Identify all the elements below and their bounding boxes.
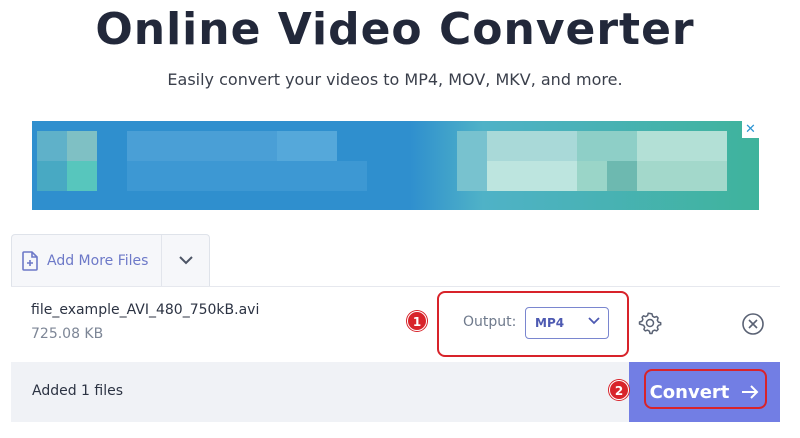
output-format-select[interactable]: MP4	[525, 307, 609, 339]
add-more-files-label: Add More Files	[47, 252, 149, 269]
file-row: file_example_AVI_480_750kB.avi 725.08 KB	[11, 286, 780, 362]
add-files-dropdown-button[interactable]	[162, 235, 209, 286]
chevron-down-icon	[178, 256, 193, 265]
ad-pixel	[127, 131, 277, 161]
ad-pixel	[67, 161, 97, 191]
ad-pixel	[577, 131, 637, 161]
file-name: file_example_AVI_480_750kB.avi	[31, 302, 260, 318]
ad-pixel	[37, 131, 67, 161]
status-bar: Added 1 files	[11, 362, 629, 422]
ad-pixel	[37, 161, 67, 191]
chevron-down-icon	[588, 317, 600, 325]
output-format-value: MP4	[535, 316, 565, 330]
add-more-files-button[interactable]: Add More Files	[12, 235, 162, 286]
step-badge-1: 1	[407, 311, 427, 331]
ad-pixel	[487, 161, 577, 191]
ad-pixel	[607, 161, 637, 191]
files-count-status: Added 1 files	[32, 383, 124, 399]
file-size: 725.08 KB	[31, 326, 104, 342]
ad-pixel	[457, 131, 487, 191]
ad-pixel	[637, 131, 727, 161]
ad-banner[interactable]: ✕	[32, 121, 759, 210]
file-plus-icon	[22, 250, 38, 271]
add-files-tab: Add More Files	[11, 234, 210, 286]
ad-pixel	[67, 131, 97, 161]
output-label: Output:	[463, 314, 517, 330]
ad-pixel	[487, 131, 577, 161]
page-subtitle: Easily convert your videos to MP4, MOV, …	[167, 70, 623, 89]
step-badge-2: 2	[609, 380, 629, 400]
ad-pixel	[577, 161, 607, 191]
ad-pixel	[127, 161, 367, 191]
ad-pixel	[277, 131, 337, 161]
page-title: Online Video Converter	[95, 4, 695, 55]
close-circle-icon[interactable]	[741, 312, 765, 336]
close-icon[interactable]: ✕	[742, 121, 759, 138]
ad-pixel	[637, 161, 727, 191]
convert-highlight-box	[644, 369, 767, 409]
gear-icon[interactable]	[638, 311, 662, 335]
